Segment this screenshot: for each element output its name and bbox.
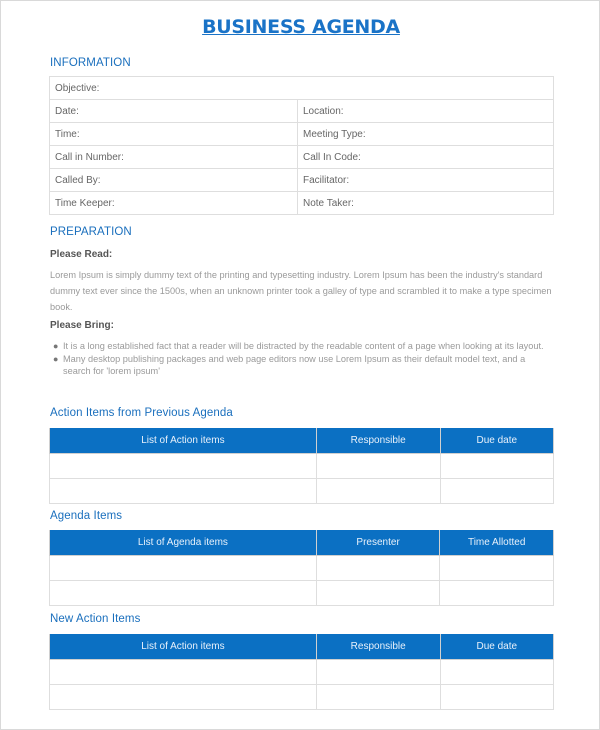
bullet-icon: ● [53, 354, 59, 364]
list-item: ● It is a long established fact that a re… [50, 340, 555, 352]
table-cell[interactable] [439, 478, 555, 504]
table-cell[interactable] [315, 478, 441, 504]
table-row [49, 659, 555, 685]
table-row [49, 453, 555, 479]
objective-field[interactable]: Objective: [49, 76, 554, 100]
table-row [49, 478, 555, 504]
table-header-row: List of Action items Responsible Due dat… [49, 634, 555, 660]
table-row [49, 684, 555, 710]
information-table: Objective: Date: Location: Time: Meeting… [49, 76, 554, 215]
bullet-icon: ● [53, 341, 59, 351]
column-header: List of Action items [49, 634, 317, 660]
table-row [49, 580, 554, 606]
call-in-number-field[interactable]: Call in Number: [49, 145, 298, 169]
table-cell[interactable] [439, 580, 554, 606]
column-header: Due date [439, 634, 555, 660]
table-cell[interactable] [315, 684, 441, 710]
table-row: Called By: Facilitator: [49, 168, 554, 192]
please-bring-label: Please Bring: [50, 320, 114, 331]
table-cell[interactable] [315, 580, 441, 606]
column-header: Responsible [315, 634, 441, 660]
bullet-text: Many desktop publishing packages and web… [63, 354, 526, 376]
information-heading: INFORMATION [50, 57, 131, 69]
called-by-field[interactable]: Called By: [49, 168, 298, 192]
new-actions-heading: New Action Items [50, 613, 141, 625]
note-taker-field[interactable]: Note Taker: [297, 191, 554, 215]
preparation-heading: PREPARATION [50, 226, 132, 238]
list-item: ● Many desktop publishing packages and we… [50, 353, 555, 377]
agenda-items-heading: Agenda Items [50, 510, 123, 522]
agenda-items-table: List of Agenda items Presenter Time Allo… [49, 530, 554, 606]
bullet-text: It is a long established fact that a rea… [63, 341, 544, 351]
table-cell[interactable] [439, 684, 555, 710]
table-header-row: List of Agenda items Presenter Time Allo… [49, 530, 554, 556]
call-in-code-field[interactable]: Call In Code: [297, 145, 554, 169]
column-header: List of Action items [49, 428, 317, 454]
new-actions-table: List of Action items Responsible Due dat… [49, 634, 555, 710]
table-row: Call in Number: Call In Code: [49, 145, 554, 169]
agenda-page: BUSINESS AGENDA INFORMATION Objective: D… [0, 0, 600, 730]
table-cell[interactable] [49, 555, 317, 581]
table-row: Date: Location: [49, 99, 554, 123]
time-field[interactable]: Time: [49, 122, 298, 146]
table-cell[interactable] [439, 555, 554, 581]
please-read-label: Please Read: [50, 249, 113, 260]
date-field[interactable]: Date: [49, 99, 298, 123]
column-header: Presenter [315, 530, 441, 556]
table-header-row: List of Action items Responsible Due dat… [49, 428, 555, 454]
table-cell[interactable] [315, 555, 441, 581]
time-keeper-field[interactable]: Time Keeper: [49, 191, 298, 215]
table-row: Time Keeper: Note Taker: [49, 191, 554, 215]
document-title: BUSINESS AGENDA [202, 16, 400, 38]
location-field[interactable]: Location: [297, 99, 554, 123]
table-cell[interactable] [315, 453, 441, 479]
column-header: Responsible [315, 428, 441, 454]
please-bring-list: ● It is a long established fact that a re… [50, 340, 555, 378]
table-cell[interactable] [49, 580, 317, 606]
meeting-type-field[interactable]: Meeting Type: [297, 122, 554, 146]
previous-actions-heading: Action Items from Previous Agenda [50, 407, 233, 419]
table-cell[interactable] [439, 659, 555, 685]
table-row: Time: Meeting Type: [49, 122, 554, 146]
table-cell[interactable] [49, 478, 317, 504]
table-cell[interactable] [49, 659, 317, 685]
table-cell[interactable] [315, 659, 441, 685]
previous-actions-table: List of Action items Responsible Due dat… [49, 428, 555, 504]
column-header: List of Agenda items [49, 530, 317, 556]
column-header: Time Allotted [439, 530, 554, 556]
table-row [49, 555, 554, 581]
column-header: Due date [439, 428, 555, 454]
facilitator-field[interactable]: Facilitator: [297, 168, 554, 192]
table-cell[interactable] [439, 453, 555, 479]
table-cell[interactable] [49, 453, 317, 479]
table-cell[interactable] [49, 684, 317, 710]
table-row: Objective: [49, 76, 554, 100]
please-read-text: Lorem Ipsum is simply dummy text of the … [50, 270, 552, 312]
